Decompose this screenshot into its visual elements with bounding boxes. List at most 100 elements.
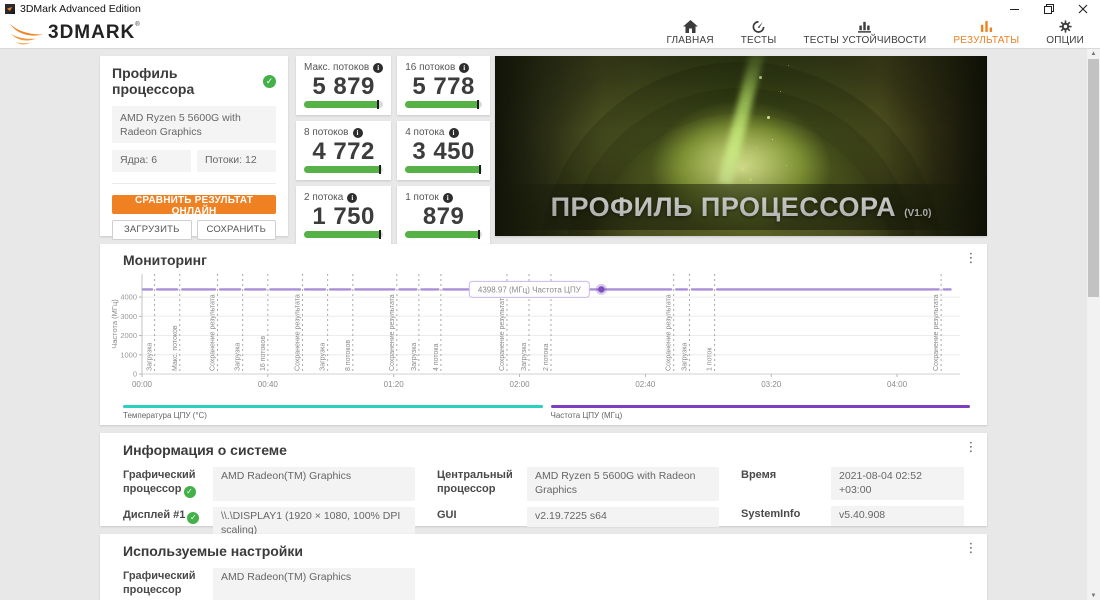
cpu-profile-banner: ПРОФИЛЬ ПРОЦЕССОРА (V1.0): [495, 56, 987, 236]
scrollbar-track[interactable]: ▲ ▼: [1087, 49, 1100, 600]
kebab-menu-icon[interactable]: ⋮: [964, 251, 978, 267]
svg-text:Загрузка: Загрузка: [681, 343, 688, 371]
svg-text:01:20: 01:20: [384, 380, 405, 389]
nav-stress-tests[interactable]: ТЕСТЫ УСТОЙЧИВОСТИ: [803, 20, 926, 46]
score-grid: Макс. потоков i 5 879 16 потоков i 5 778 8…: [296, 56, 490, 245]
results-icon: [980, 20, 992, 33]
valid-check-icon: ✓: [187, 512, 200, 524]
app-icon: [5, 4, 15, 14]
benchmarks-icon: [752, 20, 765, 33]
legend-color-bar: [123, 405, 543, 408]
settings-used-title: Используемые настройки: [123, 543, 304, 559]
system-info-card: Информация о системе ⋮ Графический проце…: [100, 433, 987, 541]
kebab-menu-icon[interactable]: ⋮: [964, 440, 978, 456]
info-icon[interactable]: i: [448, 127, 459, 138]
svg-text:Загрузка: Загрузка: [320, 343, 327, 371]
svg-text:4398.97 (МГц) Частота ЦПУ: 4398.97 (МГц) Частота ЦПУ: [478, 285, 582, 294]
gpu-setting-value: AMD Radeon(TM) Graphics: [213, 568, 415, 600]
svg-text:0: 0: [133, 370, 137, 379]
threads-value: Потоки: 12: [197, 150, 276, 172]
banner-title-band: [495, 184, 987, 230]
score-value: 4 772: [312, 138, 375, 165]
cpu-profile-title: Профиль процессора ✓: [112, 65, 276, 97]
field-label: Графический процессор: [123, 570, 196, 596]
save-button[interactable]: СОХРАНИТЬ: [196, 219, 276, 240]
field-label: GUI: [437, 509, 457, 521]
scrollbar-thumb[interactable]: [1088, 59, 1099, 297]
field-label: SystemInfo: [741, 508, 801, 521]
svg-text:04:00: 04:00: [887, 380, 908, 389]
svg-text:1 поток: 1 поток: [707, 347, 714, 371]
score-value: 879: [422, 203, 465, 230]
main-content: Профиль процессора ✓ AMD Ryzen 5 5600G w…: [0, 48, 1100, 600]
score-bar: [405, 230, 482, 239]
svg-text:Загрузка: Загрузка: [411, 343, 418, 371]
score-bar: [304, 165, 384, 174]
svg-text:2 потока: 2 потока: [543, 343, 550, 371]
load-button[interactable]: ЗАГРУЗИТЬ: [112, 219, 192, 240]
gui-version-value: v2.19.7225 s64: [527, 507, 719, 527]
info-icon[interactable]: i: [347, 192, 358, 203]
field-label: Центральный процессор: [437, 469, 513, 495]
nav-results[interactable]: РЕЗУЛЬТАТЫ: [953, 20, 1019, 46]
legend-cpu-temperature[interactable]: Температура ЦПУ (°C): [123, 405, 543, 420]
score-box-2-threads: 2 потока i 1 750: [296, 186, 392, 245]
score-box-16-threads: 16 потоков i 5 778: [397, 56, 490, 115]
banner-energy-beam: [718, 56, 769, 186]
svg-text:03:20: 03:20: [761, 380, 782, 389]
monitoring-card: Мониторинг ⋮ 0 1000 2000 3000 4000 Частота (М…: [100, 244, 987, 425]
settings-used-card: Используемые настройки ⋮ Графический про…: [100, 534, 987, 600]
info-icon[interactable]: i: [442, 192, 453, 203]
time-value: 2021-08-04 02:52 +03:00: [831, 467, 964, 501]
svg-text:16 потоков: 16 потоков: [260, 336, 267, 371]
info-icon[interactable]: i: [459, 62, 470, 73]
nav-options[interactable]: ОПЦИИ: [1046, 20, 1084, 46]
svg-text:4 потока: 4 потока: [433, 343, 440, 371]
close-button[interactable]: [1066, 0, 1100, 18]
compare-online-button[interactable]: СРАВНИТЬ РЕЗУЛЬТАТ ОНЛАЙН: [112, 194, 276, 217]
svg-text:Сохранение результата: Сохранение результата: [499, 294, 506, 371]
logo-swoosh-icon: [9, 23, 43, 45]
systeminfo-version-value: v5.40.908: [831, 506, 964, 526]
3dmark-logo: 3DMARK ®: [8, 22, 140, 46]
window-title: 3DMark Advanced Edition: [20, 3, 141, 15]
score-box-1-thread: 1 поток i 879: [397, 186, 490, 245]
svg-text:Макс. потоков: Макс. потоков: [172, 325, 179, 371]
svg-text:3000: 3000: [120, 312, 137, 321]
score-box-4-threads: 4 потока i 3 450: [397, 121, 490, 180]
registered-mark: ®: [135, 22, 140, 28]
svg-text:00:00: 00:00: [132, 380, 153, 389]
app-header: 3DMARK ® ГЛАВНАЯ ТЕСТЫ ТЕСТЫ УСТОЙЧИВОСТИ…: [0, 18, 1100, 48]
valid-check-icon: ✓: [263, 74, 276, 88]
window-titlebar: 3DMark Advanced Edition: [0, 0, 1100, 18]
cpu-device-name: AMD Ryzen 5 5600G with Radeon Graphics: [112, 106, 276, 143]
system-info-title: Информация о системе: [123, 442, 287, 458]
nav-home[interactable]: ГЛАВНАЯ: [666, 20, 714, 46]
field-label: Графический процессор ✓: [123, 469, 196, 498]
kebab-menu-icon[interactable]: ⋮: [964, 541, 978, 557]
scrollbar-down-arrow-icon[interactable]: ▼: [1087, 591, 1100, 600]
maximize-button[interactable]: [1032, 0, 1066, 18]
svg-text:Загрузка: Загрузка: [235, 343, 242, 371]
scrollbar-up-arrow-icon[interactable]: ▲: [1087, 49, 1100, 59]
main-nav: ГЛАВНАЯ ТЕСТЫ ТЕСТЫ УСТОЙЧИВОСТИ РЕЗУЛЬТ…: [666, 20, 1084, 46]
legend-cpu-frequency[interactable]: Частота ЦПУ (МГц): [550, 405, 970, 420]
score-value: 5 778: [412, 73, 475, 100]
score-box-8-threads: 8 потоков i 4 772: [296, 121, 392, 180]
info-icon[interactable]: i: [352, 127, 363, 138]
svg-text:4000: 4000: [120, 293, 137, 302]
banner-sparkles: [741, 167, 744, 171]
minimize-button[interactable]: [998, 0, 1032, 18]
field-label: Время: [741, 469, 777, 481]
svg-text:2000: 2000: [120, 331, 137, 340]
svg-text:8 потоков: 8 потоков: [345, 340, 352, 371]
monitoring-chart: 0 1000 2000 3000 4000Частота (МГц) 00:00 00:40…: [110, 274, 960, 389]
svg-text:Сохранение результата: Сохранение результата: [389, 294, 396, 371]
svg-text:Сохранение результата: Сохранение результата: [666, 294, 673, 371]
nav-benchmarks[interactable]: ТЕСТЫ: [741, 20, 777, 46]
info-icon[interactable]: i: [373, 62, 384, 73]
score-bar: [405, 100, 482, 109]
score-bar: [405, 165, 482, 174]
score-value: 5 879: [312, 73, 375, 100]
valid-check-icon: ✓: [183, 485, 196, 498]
